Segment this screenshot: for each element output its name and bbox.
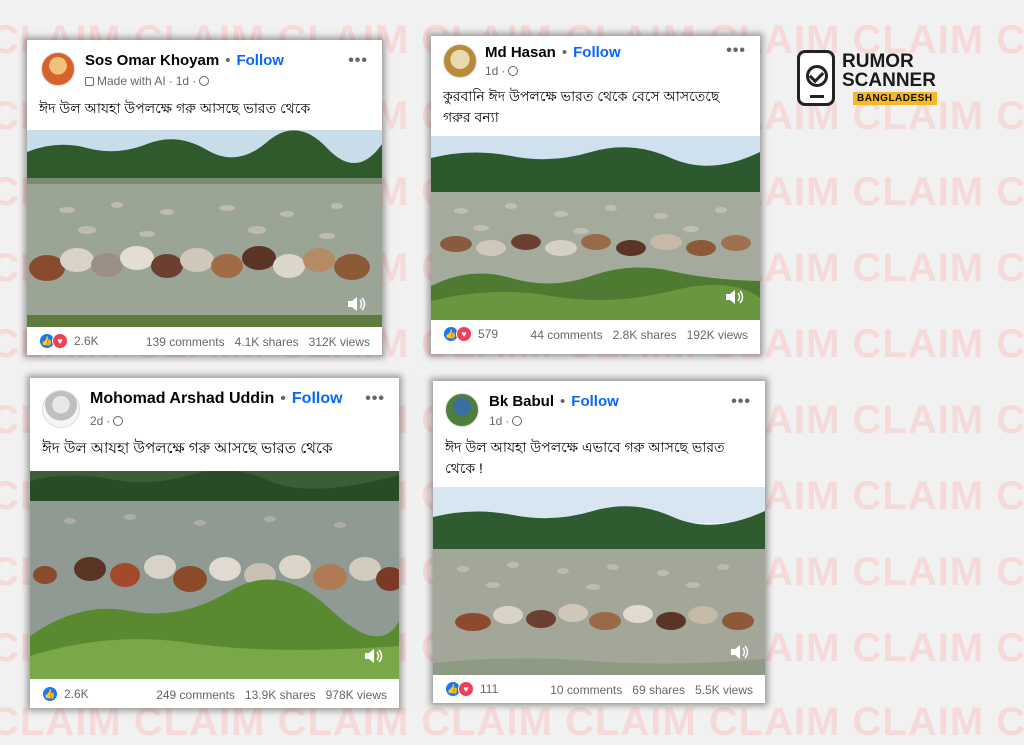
author-avatar[interactable] [443,44,477,78]
reactions[interactable]: 👍 ♥ 2.6K [39,333,99,349]
more-options-icon[interactable]: ••• [365,390,385,408]
post-stats: 👍 ♥ 2.6K 139 comments 4.1K shares 312K vi… [27,329,382,355]
post-video[interactable] [433,487,765,675]
post-stats: 👍 ♥ 579 44 comments 2.8K shares 192K view… [431,322,760,354]
follow-button[interactable]: Follow [573,44,621,61]
love-icon: ♥ [52,333,68,349]
post-stats: 👍 2.6K 249 comments 13.9K shares 978K vi… [30,682,399,708]
post-header: Sos Omar Khoyam • Follow Made with AI · 1d… [27,40,382,100]
logo-badge: BANGLADESH [853,92,937,105]
sound-icon[interactable] [346,295,368,313]
post-meta: 2d · [90,414,124,428]
comments-count[interactable]: 44 comments [531,328,603,342]
author-avatar[interactable] [41,52,75,86]
reaction-count: 579 [478,327,499,341]
comments-count[interactable]: 249 comments [156,688,235,702]
facebook-post-card: Md Hasan • Follow 1d · ••• কুরবানি ঈদ উপলক… [431,36,760,354]
post-video[interactable] [431,136,760,320]
post-meta: Made with AI · 1d · [85,74,210,88]
sound-icon[interactable] [724,288,746,306]
more-options-icon[interactable]: ••• [348,52,368,70]
post-meta: 1d · [489,414,523,428]
shares-count[interactable]: 13.9K shares [245,688,316,702]
post-header: Bk Babul • Follow 1d · ••• [433,381,765,441]
like-icon: 👍 [42,686,58,702]
reactions[interactable]: 👍 ♥ 579 [443,326,498,342]
author-avatar[interactable] [42,390,80,428]
post-time[interactable]: 2d [90,414,103,428]
post-time[interactable]: 1d [489,414,502,428]
ai-label-icon [85,76,94,86]
author-name[interactable]: Md Hasan [485,44,556,61]
reaction-count: 2.6K [64,687,89,701]
globe-icon [512,416,523,426]
facebook-post-card: Mohomad Arshad Uddin • Follow 2d · ••• ঈদ … [30,378,399,708]
reactions[interactable]: 👍 ♥ 111 [445,681,498,697]
more-options-icon[interactable]: ••• [731,393,751,411]
shares-count[interactable]: 4.1K shares [235,335,299,349]
post-time[interactable]: 1d [176,74,189,88]
post-caption: ঈদ উল আযহা উপলক্ষে গরু আসছে ভারত থেকে [39,100,311,116]
facebook-post-card: Bk Babul • Follow 1d · ••• ঈদ উল আযহা উপলক… [433,381,765,703]
author-avatar[interactable] [445,393,479,427]
love-icon: ♥ [458,681,474,697]
post-video[interactable] [30,471,399,679]
post-meta: 1d · [485,64,519,78]
follow-button[interactable]: Follow [571,393,619,410]
reactions[interactable]: 👍 2.6K [42,686,89,702]
author-name[interactable]: Mohomad Arshad Uddin [90,390,274,407]
more-options-icon[interactable]: ••• [726,42,746,60]
post-caption: ঈদ উল আযহা উপলক্ষে এভাবে গরু আসছে ভারত থ… [445,439,725,476]
follow-button[interactable]: Follow [236,52,284,69]
post-caption: কুরবানি ঈদ উপলক্ষে ভারত থেকে বেসে আসতেছে… [443,88,720,125]
globe-icon [113,416,124,426]
sound-icon[interactable] [729,643,751,661]
post-caption: ঈদ উল আযহা উপলক্ষে গরু আসছে ভারত থেকে [42,440,333,457]
ai-label[interactable]: Made with AI [97,74,166,88]
facebook-post-card: Sos Omar Khoyam • Follow Made with AI · 1d… [27,40,382,355]
shares-count[interactable]: 2.8K shares [613,328,677,342]
views-count: 978K views [325,688,387,702]
author-name[interactable]: Sos Omar Khoyam [85,52,219,69]
love-icon: ♥ [456,326,472,342]
views-count: 312K views [308,335,370,349]
rumor-scanner-logo: RUMOR SCANNER BANGLADESH [797,50,947,110]
comments-count[interactable]: 139 comments [146,335,225,349]
shares-count[interactable]: 69 shares [632,683,685,697]
comments-count[interactable]: 10 comments [550,683,622,697]
post-video[interactable] [27,130,382,327]
logo-line-2: SCANNER [842,70,936,91]
phone-check-icon [797,50,835,106]
reaction-count: 2.6K [74,334,99,348]
reaction-count: 111 [480,682,499,696]
views-count: 5.5K views [694,683,753,697]
logo-line-1: RUMOR [842,51,914,72]
globe-icon [508,66,519,76]
sound-icon[interactable] [363,647,385,665]
post-header: Mohomad Arshad Uddin • Follow 2d · ••• [30,378,399,438]
post-time[interactable]: 1d [485,64,498,78]
post-stats: 👍 ♥ 111 10 comments 69 shares 5.5K views [433,677,765,703]
views-count: 192K views [686,328,748,342]
author-name[interactable]: Bk Babul [489,393,554,410]
globe-icon [199,76,210,86]
follow-button[interactable]: Follow [292,390,343,407]
